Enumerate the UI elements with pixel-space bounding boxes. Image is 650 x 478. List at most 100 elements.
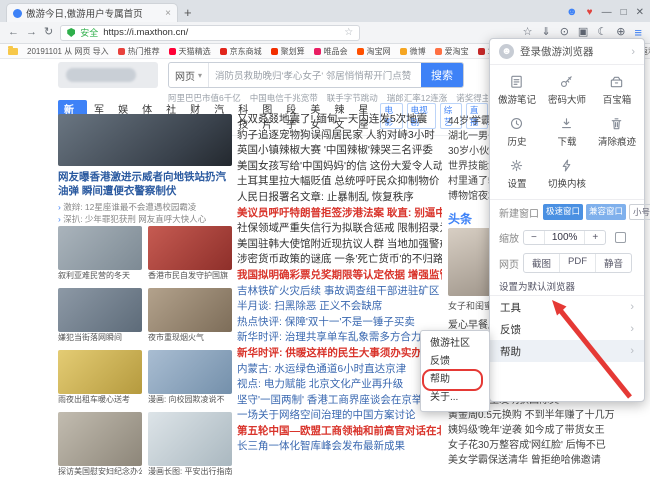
fullscreen-icon[interactable] — [615, 232, 626, 243]
bookmark-item[interactable]: 聚划算 — [271, 46, 305, 57]
skin-icon[interactable]: ▣ — [578, 27, 588, 38]
menu-item-switch-kernel[interactable]: 切换内核 — [542, 153, 592, 195]
headline-link[interactable]: 英国小镇辣椒大赛 '中国辣椒'辣哭三名评委 — [237, 143, 442, 159]
login-row[interactable]: ☻ 登录傲游浏览器 › — [490, 39, 644, 65]
headline-link[interactable]: 吉林铁矿火灾后续 事故调查组干部进驻矿区 — [237, 284, 442, 300]
sidebar-news-item[interactable]: 姨妈级'晚年'逆袭 如今成了带货女王 — [448, 423, 644, 438]
menu-row[interactable]: 工具 › — [490, 296, 644, 318]
submenu-item[interactable]: 反馈 — [421, 353, 489, 371]
zoom-in-button[interactable]: + — [585, 231, 605, 244]
lead-sub-link[interactable]: 激辩: 12星座谁最不会遭遇校园霸凌 — [58, 201, 232, 213]
account-icon[interactable]: ☻ — [566, 7, 578, 18]
zoom-out-button[interactable]: − — [524, 231, 544, 244]
news-thumbnail[interactable]: 嫌犯当街落网瞬间 — [58, 288, 142, 344]
lead-sub-link[interactable]: 深扒: 少年罪犯获刑 网友直呼大快人心 — [58, 213, 232, 225]
bookmark-item[interactable]: 热门推荐 — [118, 46, 160, 57]
url-text[interactable]: https://i.maxthon.cn/ — [103, 27, 339, 38]
submenu-item[interactable]: 帮助 — [421, 371, 489, 389]
search-input[interactable] — [209, 63, 421, 87]
news-thumbnail[interactable]: 夜市重现烟火气 — [148, 288, 232, 344]
window-close-button[interactable]: ✕ — [636, 8, 644, 18]
download-icon[interactable]: ⇓ — [541, 27, 550, 38]
headline-link[interactable]: 美国驻韩大使馆附近现抗议人群 当地加强警戒 — [237, 237, 442, 253]
new-window-option[interactable]: 极速窗口 — [543, 204, 583, 220]
headline-link[interactable]: 豹子追逐宠物狗误闯居民家 人豹对峙3小时 — [237, 128, 442, 144]
search-scope-select[interactable]: 网页 ▾ — [169, 63, 209, 87]
tab-close-icon[interactable]: × — [165, 8, 171, 19]
night-mode-icon[interactable]: ☾ — [597, 27, 607, 38]
page-tool-button[interactable]: 静音 — [596, 254, 631, 272]
bookmark-item[interactable]: 京东商城 — [220, 46, 262, 57]
thumbnail-caption: 雨夜出租车暖心送考 — [58, 394, 142, 406]
menu-item-password[interactable]: 密码大师 — [542, 69, 592, 111]
new-window-option[interactable]: 小号窗口 — [629, 204, 650, 220]
plugins-icon[interactable]: ⊕ — [616, 27, 625, 38]
menu-item-toolbox[interactable]: 百宝箱 — [592, 69, 642, 111]
bookmark-item[interactable]: 爱淘宝 — [435, 46, 469, 57]
sidebar-news-item[interactable]: 女子花30万整容成'网红脸' 后悔不已 — [448, 438, 644, 453]
bookmark-favicon — [478, 48, 485, 55]
headline-link[interactable]: 新华时评: 供暖这样的民生大事须办实办好 — [237, 346, 442, 362]
headline-link[interactable]: 我国拟明确彩票兑奖期限等认定依据 增强监管力度 — [237, 268, 442, 284]
page-tool-button[interactable]: 截图 — [524, 254, 560, 272]
bookmark-item[interactable]: 天猫精选 — [169, 46, 211, 57]
headline-link[interactable]: 人民日报署名文章: 止暴制乱 恢复秩序 — [237, 190, 442, 206]
headline-link[interactable]: 内蒙古: 水运绿色通道6小时直达京津 — [237, 362, 442, 378]
bookmark-item[interactable]: 微博 — [400, 46, 426, 57]
search-button[interactable]: 搜索 — [421, 63, 463, 87]
headline-link[interactable]: 新华时评: 治理共享单车乱象需多方合力 — [237, 330, 442, 346]
news-thumbnail[interactable]: 漫画长图: 平安出行指南 — [148, 412, 232, 478]
menu-row[interactable]: 反馈 › — [490, 318, 644, 340]
chevron-right-icon: › — [631, 46, 635, 58]
submenu-item[interactable]: 关于... — [421, 389, 489, 407]
bookmark-item[interactable]: 淘宝网 — [357, 46, 391, 57]
news-thumbnail[interactable]: 叙利亚难民营的冬天 — [58, 226, 142, 282]
headline-link[interactable]: 坚守'一国两制' 香港工商界座谈会在京举行 — [237, 393, 442, 409]
page-tool-button[interactable]: PDF — [560, 254, 596, 272]
screenshot-icon[interactable]: ⊙ — [560, 27, 569, 38]
headline-link[interactable]: 美议员呼吁特朗普拒签涉港法案 耿直: 别逼中国出手 — [237, 206, 442, 222]
menu-item-clear-traces[interactable]: 清除痕迹 — [592, 111, 642, 153]
menu-row[interactable]: 帮助 › — [490, 340, 644, 362]
new-window-option[interactable]: 兼容窗口 — [586, 204, 626, 220]
back-icon[interactable]: ← — [8, 27, 19, 38]
bookmark-star-icon[interactable]: ☆ — [344, 27, 353, 38]
news-thumbnail[interactable]: 探访美国慰安妇纪念办公室 — [58, 412, 142, 478]
thumbnail-caption: 叙利亚难民营的冬天 — [58, 270, 142, 282]
submenu-item[interactable]: 傲游社区 — [421, 335, 489, 353]
menu-item-history[interactable]: 历史 — [492, 111, 542, 153]
window-minimize-button[interactable]: — — [602, 8, 612, 18]
forward-icon[interactable]: → — [26, 27, 37, 38]
headline-link[interactable]: 长三角一体化智库峰会发布最新成果 — [237, 439, 442, 455]
news-thumbnail[interactable]: 漫画: 向校园欺凌说不 — [148, 350, 232, 406]
menu-item-notes[interactable]: 傲游笔记 — [492, 69, 542, 111]
headline-link[interactable]: 社保领域严重失信行为拟联合惩戒 限制招录为公务员 — [237, 221, 442, 237]
bookmark-label: 微博 — [410, 46, 426, 57]
favorites-icon[interactable]: ☆ — [523, 27, 533, 38]
headline-link[interactable]: 视点: 电力赋能 北京文化产业再升级 — [237, 377, 442, 393]
headline-link[interactable]: 涉密货币政策的谜底 一条'死亡货币'的不归路 — [237, 252, 442, 268]
browser-tab[interactable]: 傲游今日,傲游用户专属首页 × — [6, 3, 178, 22]
headline-link[interactable]: 热点快评: 保障'双十一'不是一锤子买卖 — [237, 315, 442, 331]
headline-link[interactable]: 一场关于网络空间治理的中国方案讨论 — [237, 408, 442, 424]
headline-link[interactable]: 土耳其里拉大幅贬值 总统呼吁民众抑制物价 — [237, 174, 442, 190]
new-tab-button[interactable]: + — [184, 5, 192, 20]
news-thumbnail[interactable]: 香港市民自发守护国旗 — [148, 226, 232, 282]
headline-link[interactable]: 第五轮中国—欧盟工商领袖和前高官对话在北京举行 — [237, 424, 442, 440]
bookmark-label: 淘宝网 — [367, 46, 391, 57]
bookmark-item[interactable]: 唯品会 — [314, 46, 348, 57]
headline-link[interactable]: 又双叒叕地震了! 缅甸一天内连发5次地震 — [237, 112, 442, 128]
headline-link[interactable]: 美国女孩写给'中国妈妈'的信 这份大爱令人动容 — [237, 159, 442, 175]
window-maximize-button[interactable]: □ — [621, 8, 627, 18]
url-box[interactable]: 安全 https://i.maxthon.cn/ ☆ — [60, 25, 360, 41]
headline-link[interactable]: 半月谈: 扫黑除恶 正义不会缺席 — [237, 299, 442, 315]
menu-item-settings[interactable]: 设置 — [492, 153, 542, 195]
lead-story-title[interactable]: 网友曝香港激进示威者向地铁站扔汽油弹 瞬间遭便衣警察制伏 — [58, 170, 232, 198]
vip-gift-icon[interactable]: ♥ — [587, 8, 593, 18]
news-thumbnail[interactable]: 雨夜出租车暖心送考 — [58, 350, 142, 406]
set-default-browser[interactable]: 设置为默认浏览器 — [490, 276, 644, 296]
lead-story-image[interactable] — [58, 114, 232, 166]
bookmark-folder-label[interactable]: 20191101 从 网页 导入 — [27, 46, 109, 57]
menu-item-download[interactable]: 下载 — [542, 111, 592, 153]
refresh-icon[interactable]: ↻ — [44, 27, 53, 38]
